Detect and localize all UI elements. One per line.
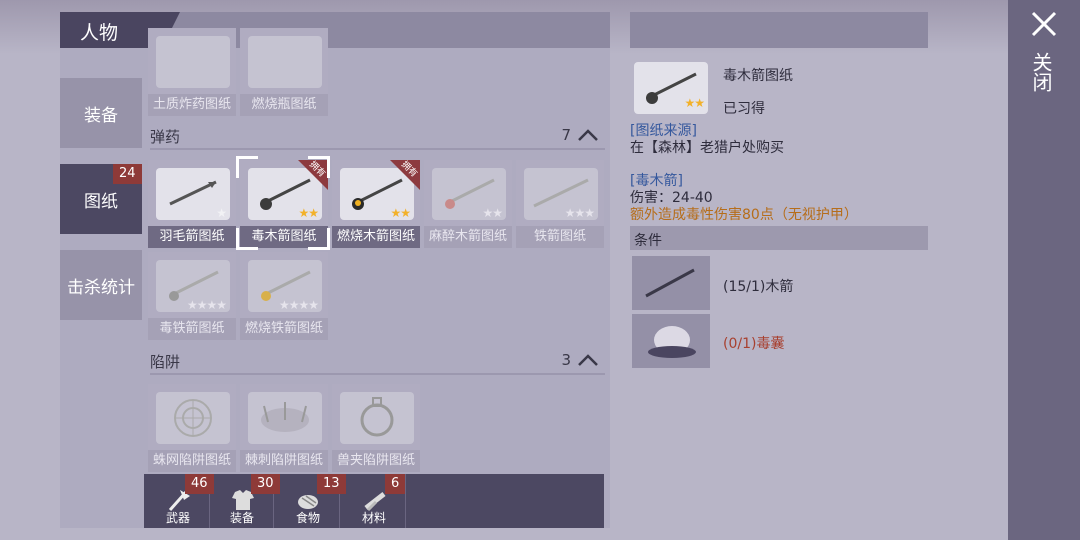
blueprint-paper-icon <box>248 392 322 444</box>
blueprint-paper-icon <box>340 392 414 444</box>
detail-status: 已习得 <box>723 101 765 117</box>
item-label: 兽夹陷阱图纸 <box>332 450 420 472</box>
divider <box>150 373 605 375</box>
blueprint-fire-iron-arrow[interactable]: ★★★★ 燃烧铁箭图纸 <box>240 252 328 340</box>
close-icon[interactable] <box>1030 10 1058 38</box>
selection-corner <box>308 228 330 250</box>
blueprint-fire-wooden-arrow[interactable]: ★★ 燃烧木箭图纸 拥有 <box>332 160 420 248</box>
star-rating: ★★ <box>390 206 410 220</box>
item-label: 燃烧瓶图纸 <box>240 94 328 116</box>
detail-blueprint-icon: ★★ <box>632 60 710 116</box>
star-rating: ★★ <box>684 96 704 110</box>
divider <box>150 148 605 150</box>
material-requirement: (15/1)木箭 <box>723 279 794 295</box>
spike-trap-icon <box>261 402 309 432</box>
extra-effect-text: 额外造成毒性伤害80点（无视护甲） <box>630 207 858 223</box>
blueprint-paper-icon <box>156 392 230 444</box>
tab-blueprints-label: 图纸 <box>84 191 118 212</box>
tab-equipment-label: 装备 <box>84 105 118 126</box>
wooden-arrow-icon <box>645 268 695 298</box>
material-slot[interactable] <box>632 256 710 310</box>
detail-header <box>630 12 928 48</box>
star-rating: ★★★ <box>564 206 595 220</box>
tab-kill-stats-label: 击杀统计 <box>67 277 135 298</box>
conditions-label: 条件 <box>634 233 662 249</box>
source-text: 在【森林】老猎户处购买 <box>630 140 784 156</box>
section-count: 3 <box>561 351 571 369</box>
selection-corner <box>308 156 330 178</box>
item-label: 燃烧木箭图纸 <box>332 226 420 248</box>
item-label: 铁箭图纸 <box>516 226 604 248</box>
item-label: 羽毛箭图纸 <box>148 226 236 248</box>
section-traps-header[interactable]: 陷阱 3 <box>150 351 605 372</box>
star-rating: ★★★★ <box>186 298 227 312</box>
section-title: 弹药 <box>150 128 181 146</box>
chevron-up-icon <box>578 354 598 366</box>
chevron-up-icon <box>578 129 598 141</box>
category-label: 装备 <box>229 511 254 525</box>
blueprint-feather-arrow[interactable]: ★ 羽毛箭图纸 <box>148 160 236 248</box>
blueprint-molotov[interactable]: 燃烧瓶图纸 <box>240 28 328 116</box>
tab-kill-stats[interactable]: 击杀统计 <box>60 250 142 320</box>
selection-corner <box>236 156 258 178</box>
category-label: 材料 <box>361 511 386 525</box>
item-label: 蛛网陷阱图纸 <box>148 450 236 472</box>
section-count: 7 <box>561 126 571 144</box>
star-rating: ★★ <box>482 206 502 220</box>
blueprint-clay-explosive[interactable]: 土质炸药图纸 <box>148 28 236 116</box>
close-label: 关闭 <box>1029 52 1053 92</box>
blueprint-paper-icon <box>156 36 230 88</box>
bear-trap-icon <box>360 397 394 437</box>
detail-name: 毒木箭图纸 <box>723 68 793 84</box>
category-label: 食物 <box>295 511 320 525</box>
blueprint-anesthetic-wooden-arrow[interactable]: ★★ 麻醉木箭图纸 <box>424 160 512 248</box>
tab-equipment[interactable]: 装备 <box>60 78 142 148</box>
item-label: 燃烧铁箭图纸 <box>240 318 328 340</box>
blueprint-iron-arrow[interactable]: ★★★ 铁箭图纸 <box>516 160 604 248</box>
conditions-bar <box>630 226 928 250</box>
blueprint-paper-icon <box>248 36 322 88</box>
item-label: 棘刺陷阱图纸 <box>240 450 328 472</box>
item-label: 麻醉木箭图纸 <box>424 226 512 248</box>
item-label: 毒铁箭图纸 <box>148 318 236 340</box>
star-rating: ★ <box>216 206 227 220</box>
selection-corner <box>236 228 258 250</box>
material-requirement-missing: (0/1)毒囊 <box>723 336 785 352</box>
blueprint-web-trap[interactable]: 蛛网陷阱图纸 <box>148 384 236 472</box>
blueprint-poison-iron-arrow[interactable]: ★★★★ 毒铁箭图纸 <box>148 252 236 340</box>
section-title: 陷阱 <box>150 353 181 371</box>
material-slot[interactable] <box>632 314 710 368</box>
blueprint-spike-trap[interactable]: 棘刺陷阱图纸 <box>240 384 328 472</box>
section-ammo-header[interactable]: 弹药 7 <box>150 126 605 147</box>
star-rating: ★★ <box>298 206 318 220</box>
blueprint-bear-trap[interactable]: 兽夹陷阱图纸 <box>332 384 420 472</box>
category-count-badge: 6 <box>385 474 406 494</box>
star-rating: ★★★★ <box>278 298 319 312</box>
spider-web-icon <box>174 399 212 437</box>
poison-sac-icon <box>648 326 696 358</box>
page-title: 人物 <box>80 22 119 44</box>
category-label: 武器 <box>165 511 190 525</box>
blueprints-count-badge: 24 <box>113 164 142 184</box>
item-label: 土质炸药图纸 <box>148 94 236 116</box>
